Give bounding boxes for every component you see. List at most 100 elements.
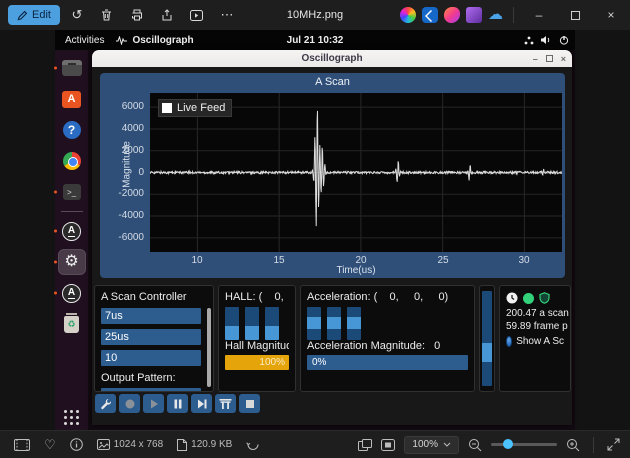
focused-app-menu[interactable]: Oscillograph xyxy=(116,35,193,46)
play-button[interactable] xyxy=(143,394,164,413)
power-icon[interactable] xyxy=(559,35,569,45)
filmstrip-icon[interactable] xyxy=(14,439,30,451)
dock-item-trash[interactable]: ♻ xyxy=(59,312,85,336)
share-button[interactable] xyxy=(154,4,180,26)
clock[interactable]: Jul 21 10:32 xyxy=(287,35,344,46)
refresh-icon[interactable] xyxy=(246,438,260,451)
fit-to-window-icon[interactable] xyxy=(381,439,395,451)
zoom-level-dropdown[interactable]: 100% xyxy=(404,436,459,454)
wrench-icon xyxy=(100,398,112,410)
dock-item-ubuntu-software[interactable]: A xyxy=(59,87,85,111)
play-icon xyxy=(148,398,160,410)
controller-title: A Scan Controller xyxy=(101,291,207,303)
running-indicator xyxy=(54,292,57,295)
dock-item-app-grid[interactable] xyxy=(59,406,85,430)
wrench-button[interactable] xyxy=(95,394,116,413)
shield-icon xyxy=(539,292,550,304)
y-tick-label: -6000 xyxy=(100,232,144,243)
oscillograph-title: Oscillograph xyxy=(301,53,362,64)
onedrive-cloud-icon[interactable]: ☁ xyxy=(488,7,503,23)
output-pattern-input[interactable] xyxy=(101,388,201,392)
rotate-button[interactable]: ↺ xyxy=(64,4,90,26)
info-icon[interactable] xyxy=(70,438,83,451)
osc-restore-button[interactable] xyxy=(546,55,553,62)
pulse-width-input[interactable]: 7us xyxy=(101,308,201,324)
file-icon xyxy=(177,439,187,451)
volume-icon[interactable] xyxy=(541,35,552,45)
osc-minimize-button[interactable]: – xyxy=(533,54,538,64)
edit-button-label: Edit xyxy=(32,9,51,21)
dock-item-app-a-1[interactable]: A xyxy=(59,219,85,243)
help-icon: ? xyxy=(63,121,81,139)
dock-item-chrome[interactable] xyxy=(59,149,85,173)
acceleration-bar xyxy=(327,307,341,340)
hall-magnitude-label: Hall Magnitude: xyxy=(225,340,289,352)
photos-titlebar: Edit ↺ ⋯ 10MHz.png ☁ – xyxy=(0,0,630,30)
dock-separator xyxy=(61,211,83,212)
zoom-slider[interactable] xyxy=(491,443,557,446)
running-indicator xyxy=(54,67,57,70)
edit-button[interactable]: Edit xyxy=(8,5,60,25)
network-icon[interactable] xyxy=(524,36,534,45)
scan-rate-text: 200.47 a scan p xyxy=(506,307,564,320)
gate-button[interactable] xyxy=(215,394,236,413)
color-wheel-icon[interactable] xyxy=(400,7,416,23)
activities-button[interactable]: Activities xyxy=(55,35,116,46)
hall-bar xyxy=(245,307,259,340)
delete-button[interactable] xyxy=(94,4,120,26)
window-input[interactable]: 25us xyxy=(101,329,201,345)
show-a-scan-label: Show A Sc xyxy=(516,335,564,348)
zoom-slider-thumb[interactable] xyxy=(503,439,513,449)
show-a-scan-toggle[interactable]: Show A Sc xyxy=(506,335,564,348)
favorite-button[interactable]: ♡ xyxy=(44,437,56,453)
zoom-out-icon[interactable] xyxy=(468,438,482,452)
skip-next-button[interactable] xyxy=(191,394,212,413)
fullscreen-icon[interactable] xyxy=(607,438,620,451)
minimize-button[interactable]: – xyxy=(524,0,554,30)
oscillograph-body: A Scan Magnitude Live Feed Time(us) 6000… xyxy=(92,67,572,425)
app-a-icon: A xyxy=(62,284,81,303)
pause-icon xyxy=(172,398,184,410)
control-panels: A Scan Controller 7us 25us 10 Output Pat… xyxy=(94,285,572,392)
maximize-button[interactable] xyxy=(560,0,590,30)
slideshow-button[interactable] xyxy=(184,4,210,26)
close-button[interactable]: × xyxy=(596,0,626,30)
gallery-app-icon[interactable] xyxy=(466,7,482,23)
gain-input[interactable]: 10 xyxy=(101,350,201,366)
live-feed-checkbox[interactable]: Live Feed xyxy=(158,99,232,117)
hall-bars xyxy=(225,307,289,340)
hall-bar xyxy=(225,307,239,340)
radio-icon xyxy=(506,336,512,347)
dock-item-help[interactable]: ? xyxy=(59,118,85,142)
pause-button[interactable] xyxy=(167,394,188,413)
level-bar xyxy=(482,291,492,386)
photos-app-window: Edit ↺ ⋯ 10MHz.png ☁ – xyxy=(0,0,630,458)
running-indicator xyxy=(54,230,57,233)
osc-close-button[interactable]: × xyxy=(561,54,566,64)
y-tick-label: -4000 xyxy=(100,210,144,221)
stop-icon xyxy=(244,398,256,410)
focused-app-label: Oscillograph xyxy=(132,35,193,46)
files-icon xyxy=(62,60,82,76)
x-tick-label: 20 xyxy=(346,255,376,266)
dock-item-settings[interactable]: ⚙ xyxy=(59,250,85,274)
dock-item-files[interactable] xyxy=(59,56,85,80)
record-button[interactable] xyxy=(119,394,140,413)
x-tick-label: 15 xyxy=(264,255,294,266)
more-icon: ⋯ xyxy=(220,7,233,23)
oscillograph-titlebar[interactable]: Oscillograph – × xyxy=(92,50,572,67)
statusbar-separator xyxy=(593,437,594,453)
print-button[interactable] xyxy=(124,4,150,26)
ubuntu-software-icon: A xyxy=(62,91,81,108)
zoom-in-icon[interactable] xyxy=(566,438,580,452)
share-icon xyxy=(161,9,173,21)
paint3d-icon[interactable] xyxy=(444,7,460,23)
panel-scrollbar[interactable] xyxy=(207,308,211,387)
stop-button[interactable] xyxy=(239,394,260,413)
dock-item-app-a-2[interactable]: A xyxy=(59,281,85,305)
clock-icon xyxy=(506,292,518,304)
multiview-icon[interactable] xyxy=(358,439,372,451)
more-button[interactable]: ⋯ xyxy=(214,4,240,26)
photos-editor-icon[interactable] xyxy=(422,7,438,23)
dock-item-terminal[interactable]: >_ xyxy=(59,180,85,204)
